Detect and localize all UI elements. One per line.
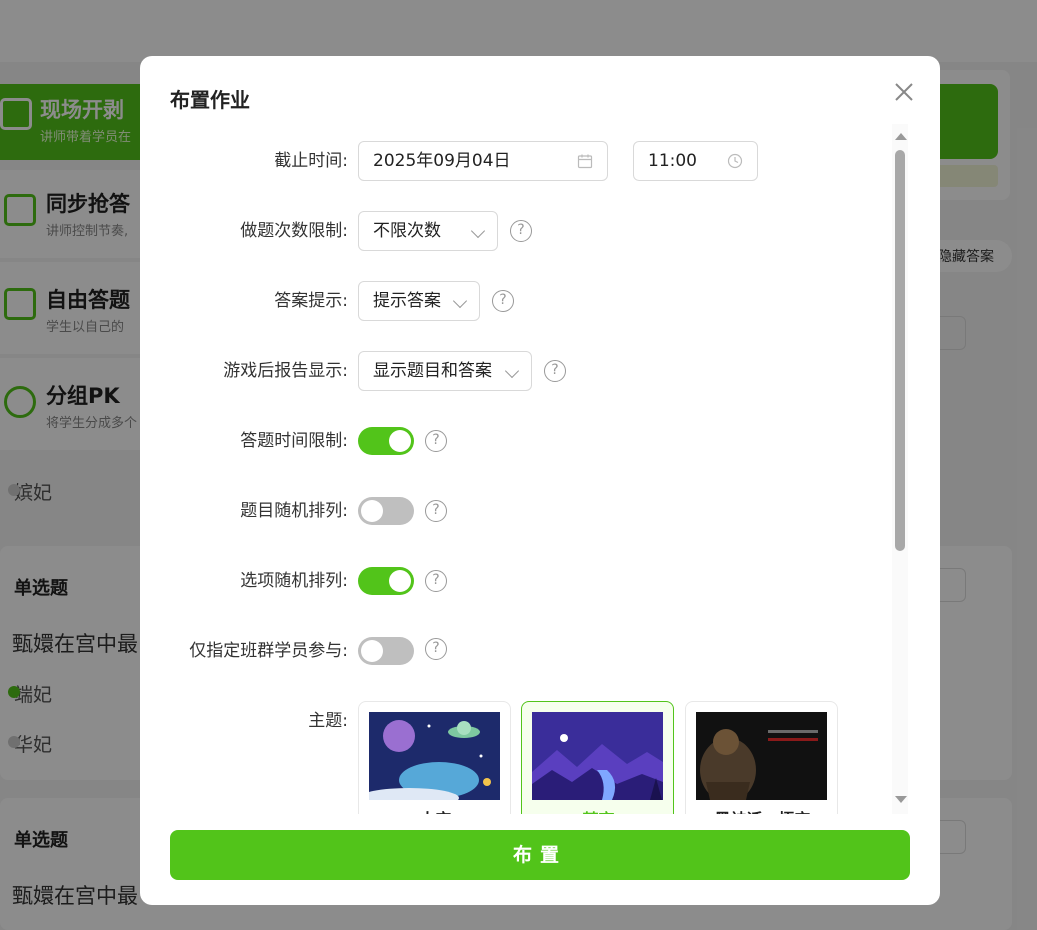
attempts-label: 做题次数限制:: [240, 221, 348, 241]
time-limit-toggle[interactable]: [358, 427, 414, 455]
wukong-theme-image: [696, 712, 827, 800]
theme-card-space[interactable]: 太空: [358, 701, 511, 814]
hint-label: 答案提示:: [274, 291, 348, 311]
assign-button[interactable]: 布置: [170, 830, 910, 880]
chevron-down-icon: [452, 293, 468, 309]
report-value: 显示题目和答案: [373, 361, 492, 381]
theme-card-wukong[interactable]: 黑神话：悟空: [685, 701, 838, 814]
hint-value: 提示答案: [373, 291, 441, 311]
help-icon[interactable]: ?: [425, 430, 447, 452]
theme-name: 梦夜: [522, 806, 673, 814]
space-theme-image: [369, 712, 500, 800]
toggle-knob: [361, 640, 383, 662]
help-icon[interactable]: ?: [425, 570, 447, 592]
help-icon[interactable]: ?: [544, 360, 566, 382]
clock-icon: [727, 153, 743, 169]
attempts-select[interactable]: 不限次数: [358, 211, 498, 251]
assign-homework-dialog: 布置作业 截止时间: 2025年09月04日 11:00 做题次数限制: 不限次…: [140, 56, 940, 905]
time-limit-row: 答题时间限制: ?: [140, 421, 900, 461]
report-label: 游戏后报告显示:: [223, 361, 348, 381]
random-questions-row: 题目随机排列: ?: [140, 491, 900, 531]
class-only-row: 仅指定班群学员参与: ?: [140, 631, 900, 671]
help-icon[interactable]: ?: [425, 638, 447, 660]
random-questions-toggle[interactable]: [358, 497, 414, 525]
random-options-toggle[interactable]: [358, 567, 414, 595]
chevron-down-icon: [470, 223, 486, 239]
hint-row: 答案提示: 提示答案 ?: [140, 281, 900, 321]
time-picker[interactable]: 11:00: [633, 141, 758, 181]
dialog-title: 布置作业: [170, 88, 250, 112]
dialog-scrollbar[interactable]: [892, 124, 908, 814]
toggle-knob: [389, 430, 411, 452]
calendar-icon: [577, 154, 593, 169]
time-limit-label: 答题时间限制:: [240, 431, 348, 451]
scroll-down-icon[interactable]: [895, 796, 907, 803]
theme-label: 主题:: [308, 711, 348, 731]
theme-name: 黑神话：悟空: [686, 806, 837, 814]
scroll-up-icon[interactable]: [895, 133, 907, 140]
attempts-row: 做题次数限制: 不限次数 ?: [140, 211, 900, 251]
theme-card-night[interactable]: 梦夜: [521, 701, 674, 814]
help-icon[interactable]: ?: [425, 500, 447, 522]
deadline-label: 截止时间:: [274, 151, 348, 171]
theme-name: 太空: [359, 806, 510, 814]
hint-select[interactable]: 提示答案: [358, 281, 480, 321]
attempts-value: 不限次数: [373, 221, 441, 241]
theme-row: 主题: 太空: [140, 701, 900, 814]
dialog-body: 截止时间: 2025年09月04日 11:00 做题次数限制: 不限次数 ? 答…: [140, 124, 940, 814]
help-icon[interactable]: ?: [492, 290, 514, 312]
report-select[interactable]: 显示题目和答案: [358, 351, 532, 391]
class-only-label: 仅指定班群学员参与:: [189, 641, 348, 661]
toggle-knob: [361, 500, 383, 522]
random-options-row: 选项随机排列: ?: [140, 561, 900, 601]
time-value: 11:00: [648, 151, 697, 171]
close-icon[interactable]: [892, 80, 916, 104]
random-options-label: 选项随机排列:: [240, 571, 348, 591]
report-row: 游戏后报告显示: 显示题目和答案 ?: [140, 351, 900, 391]
date-value: 2025年09月04日: [373, 151, 511, 171]
class-only-toggle[interactable]: [358, 637, 414, 665]
scrollbar-thumb[interactable]: [895, 150, 905, 551]
random-questions-label: 题目随机排列:: [240, 501, 348, 521]
toggle-knob: [389, 570, 411, 592]
date-picker[interactable]: 2025年09月04日: [358, 141, 608, 181]
night-theme-image: [532, 712, 663, 800]
deadline-row: 截止时间: 2025年09月04日 11:00: [140, 141, 900, 181]
help-icon[interactable]: ?: [510, 220, 532, 242]
chevron-down-icon: [504, 363, 520, 379]
